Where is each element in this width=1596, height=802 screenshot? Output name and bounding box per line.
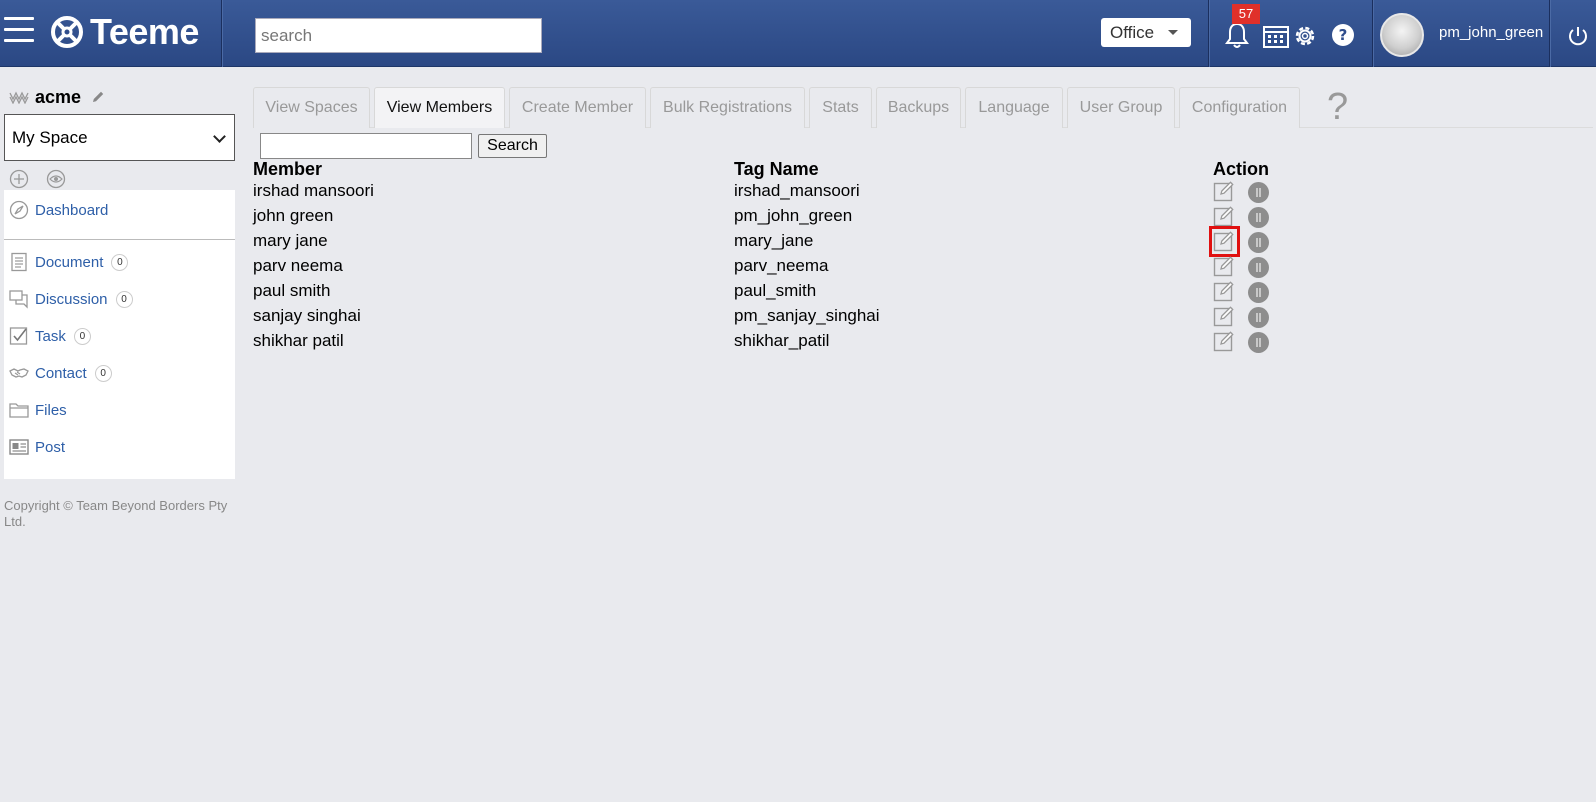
header-divider xyxy=(1549,0,1550,67)
sidebar-item-post[interactable]: Post xyxy=(9,437,65,457)
copyright-text: Copyright © Team Beyond Borders Pty Ltd. xyxy=(4,498,228,529)
user-avatar[interactable] xyxy=(1380,13,1424,57)
member-name: john green xyxy=(253,206,334,225)
tag-name: parv_neema xyxy=(734,256,829,275)
space-title: acme xyxy=(9,86,106,108)
post-icon xyxy=(9,439,29,455)
pause-icon[interactable] xyxy=(1248,232,1269,253)
sidebar-item-contact[interactable]: Contact 0 xyxy=(9,363,112,383)
column-header-tag-name: Tag Name xyxy=(734,159,819,179)
chevron-down-icon xyxy=(213,130,226,143)
tag-name: paul_smith xyxy=(734,281,817,300)
tab-configuration[interactable]: Configuration xyxy=(1179,87,1300,128)
tag-name: pm_sanjay_singhai xyxy=(734,306,880,325)
edit-icon[interactable] xyxy=(1213,280,1236,303)
help-question-mark[interactable]: ? xyxy=(1327,86,1348,129)
tag-name: pm_john_green xyxy=(734,206,853,225)
help-icon[interactable]: ? xyxy=(1331,23,1355,47)
table-row: mary jane mary_jane xyxy=(0,226,1596,257)
bell-icon[interactable] xyxy=(1224,21,1250,49)
tab-view-spaces[interactable]: View Spaces xyxy=(253,87,370,128)
member-name: irshad mansoori xyxy=(253,181,374,200)
top-header: Teeme Office 57 ? pm_john_green xyxy=(0,0,1596,67)
logo-icon xyxy=(51,16,83,48)
tab-language[interactable]: Language xyxy=(965,87,1063,128)
tab-user-group[interactable]: User Group xyxy=(1067,87,1175,128)
member-search-button[interactable]: Search xyxy=(478,134,547,158)
header-divider xyxy=(1208,0,1209,67)
edit-icon[interactable] xyxy=(1213,305,1236,328)
svg-text:?: ? xyxy=(1339,26,1348,44)
logo-text: Teeme xyxy=(90,11,199,52)
pause-icon[interactable] xyxy=(1248,182,1269,203)
notification-badge: 57 xyxy=(1232,4,1260,24)
header-divider xyxy=(221,0,222,67)
member-name: paul smith xyxy=(253,281,331,300)
table-row: john green pm_john_green xyxy=(0,206,1596,231)
tab-stats[interactable]: Stats xyxy=(809,87,872,128)
caret-down-icon xyxy=(1168,30,1178,35)
calendar-icon[interactable] xyxy=(1263,24,1289,48)
tab-view-members[interactable]: View Members xyxy=(374,87,505,128)
member-name: shikhar patil xyxy=(253,331,344,350)
pause-icon[interactable] xyxy=(1248,257,1269,278)
tab-create-member[interactable]: Create Member xyxy=(509,87,646,128)
gear-icon[interactable] xyxy=(1292,23,1318,49)
office-label: Office xyxy=(1110,22,1155,42)
column-header-action: Action xyxy=(1213,159,1269,179)
count-badge: 0 xyxy=(94,364,112,382)
sidebar-item-files[interactable]: Files xyxy=(9,400,67,420)
member-search-input[interactable] xyxy=(260,133,472,159)
pause-icon[interactable] xyxy=(1248,282,1269,303)
pencil-icon[interactable] xyxy=(90,89,106,105)
pause-icon[interactable] xyxy=(1248,307,1269,328)
table-row: shikhar patil shikhar_patil xyxy=(0,331,1596,356)
table-row: irshad mansoori irshad_mansoori xyxy=(0,181,1596,206)
contact-icon xyxy=(9,368,29,378)
member-name: parv neema xyxy=(253,256,343,275)
member-name: sanjay singhai xyxy=(253,306,361,325)
header-divider xyxy=(1372,0,1373,67)
menu-icon[interactable] xyxy=(4,17,34,43)
space-select-value: My Space xyxy=(12,127,88,147)
edit-icon[interactable] xyxy=(1213,180,1236,203)
space-icon xyxy=(9,91,29,104)
edit-icon[interactable] xyxy=(1209,226,1240,257)
sidebar-item-label: Post xyxy=(35,438,66,456)
global-search-input[interactable] xyxy=(255,18,542,53)
space-select[interactable]: My Space xyxy=(4,114,235,161)
member-name: mary jane xyxy=(253,231,328,250)
tab-bulk-registrations[interactable]: Bulk Registrations xyxy=(650,87,805,128)
username-label[interactable]: pm_john_green xyxy=(1439,24,1543,41)
tag-name: shikhar_patil xyxy=(734,331,830,350)
space-name: acme xyxy=(35,86,82,107)
edit-icon[interactable] xyxy=(1213,330,1236,353)
pause-icon[interactable] xyxy=(1248,207,1269,228)
pause-icon[interactable] xyxy=(1248,332,1269,353)
teeme-logo[interactable]: Teeme xyxy=(50,11,199,52)
power-icon[interactable] xyxy=(1567,25,1589,47)
table-row: paul smith paul_smith xyxy=(0,281,1596,306)
column-header-member: Member xyxy=(253,159,323,179)
edit-icon[interactable] xyxy=(1213,255,1236,278)
edit-icon[interactable] xyxy=(1213,205,1236,228)
tag-name: mary_jane xyxy=(734,231,814,250)
tag-name: irshad_mansoori xyxy=(734,181,860,200)
sidebar-item-label: Contact xyxy=(35,364,87,382)
sidebar-item-label: Files xyxy=(35,401,67,419)
tab-backups[interactable]: Backups xyxy=(876,87,961,128)
folder-icon xyxy=(9,403,29,418)
office-dropdown[interactable]: Office xyxy=(1101,18,1191,47)
table-row: parv neema parv_neema xyxy=(0,256,1596,281)
table-row: sanjay singhai pm_sanjay_singhai xyxy=(0,306,1596,331)
